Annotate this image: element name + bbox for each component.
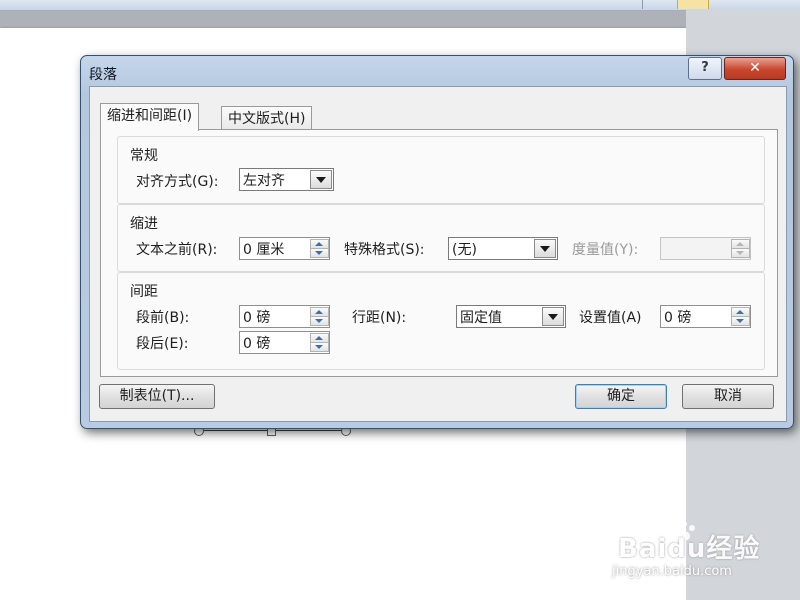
tab-asian-typography[interactable]: 中文版式(H) — [221, 106, 313, 131]
line-spacing-value: 固定值 — [460, 310, 502, 326]
spin-down-icon[interactable] — [310, 248, 329, 258]
watermark-url: jingyan.baidu.com — [612, 564, 732, 579]
chevron-down-icon[interactable] — [542, 307, 564, 326]
tab-indent-spacing[interactable]: 缩进和间距(I) — [100, 103, 200, 131]
before-text-spinner[interactable]: 0 厘米 — [239, 237, 330, 260]
watermark-brand: Baidu经验 — [618, 534, 761, 564]
paragraph-dialog: 段落 ? ✕ 缩进和间距(I) 中文版式(H) 常规 对齐方式(G): 左对齐 … — [80, 55, 794, 429]
close-button[interactable]: ✕ — [724, 57, 786, 80]
dialog-title: 段落 — [89, 67, 117, 83]
ribbon-button-highlighted[interactable] — [677, 0, 709, 9]
space-after-value: 0 磅 — [243, 336, 271, 352]
spin-down-icon[interactable] — [731, 316, 750, 326]
cancel-button[interactable]: 取消 — [682, 384, 774, 409]
space-after-spinner[interactable]: 0 磅 — [239, 331, 330, 354]
space-before-spinner[interactable]: 0 磅 — [239, 305, 330, 328]
before-text-value: 0 厘米 — [243, 242, 285, 258]
line-spacing-label: 行距(N): — [352, 310, 407, 326]
set-value-spinner[interactable]: 0 磅 — [660, 305, 751, 328]
group-general-title: 常规 — [130, 148, 158, 164]
special-format-value: (无) — [452, 242, 477, 258]
chevron-down-icon[interactable] — [310, 170, 332, 189]
special-format-label: 特殊格式(S): — [344, 242, 425, 258]
space-after-label: 段后(E): — [136, 336, 189, 352]
group-general: 常规 对齐方式(G): 左对齐 — [117, 136, 765, 204]
space-before-value: 0 磅 — [243, 310, 271, 326]
ribbon-button[interactable] — [642, 0, 677, 9]
alignment-label: 对齐方式(G): — [136, 174, 219, 190]
group-spacing-title: 间距 — [130, 284, 158, 300]
measure-spinner[interactable] — [660, 237, 751, 260]
group-indent: 缩进 文本之前(R): 0 厘米 特殊格式(S): (无) 度量值(Y): — [117, 204, 765, 272]
alignment-value: 左对齐 — [243, 173, 285, 189]
dialog-client-area: 缩进和间距(I) 中文版式(H) 常规 对齐方式(G): 左对齐 缩进 文本之前… — [89, 86, 787, 422]
measure-label: 度量值(Y): — [572, 242, 639, 258]
space-before-label: 段前(B): — [136, 310, 190, 326]
spin-down-icon[interactable] — [310, 316, 329, 326]
set-value-label: 设置值(A) — [579, 310, 642, 326]
group-spacing: 间距 段前(B): 0 磅 行距(N): 固定值 设置值(A) 0 磅 段后(E… — [117, 272, 765, 370]
spin-down-icon[interactable] — [731, 248, 750, 258]
group-indent-title: 缩进 — [130, 216, 158, 232]
ok-button[interactable]: 确定 — [575, 384, 667, 409]
spin-down-icon[interactable] — [310, 342, 329, 352]
line-spacing-combo[interactable]: 固定值 — [456, 305, 566, 328]
set-value-value: 0 磅 — [664, 310, 692, 326]
chevron-down-icon[interactable] — [534, 239, 556, 258]
special-format-combo[interactable]: (无) — [448, 237, 558, 260]
tabs-button[interactable]: 制表位(T)... — [99, 384, 215, 409]
tab-panel-indent-spacing: 常规 对齐方式(G): 左对齐 缩进 文本之前(R): 0 厘米 特殊格式(S)… — [100, 129, 778, 377]
alignment-combo[interactable]: 左对齐 — [239, 168, 334, 191]
help-button[interactable]: ? — [688, 57, 722, 80]
before-text-label: 文本之前(R): — [136, 242, 218, 258]
